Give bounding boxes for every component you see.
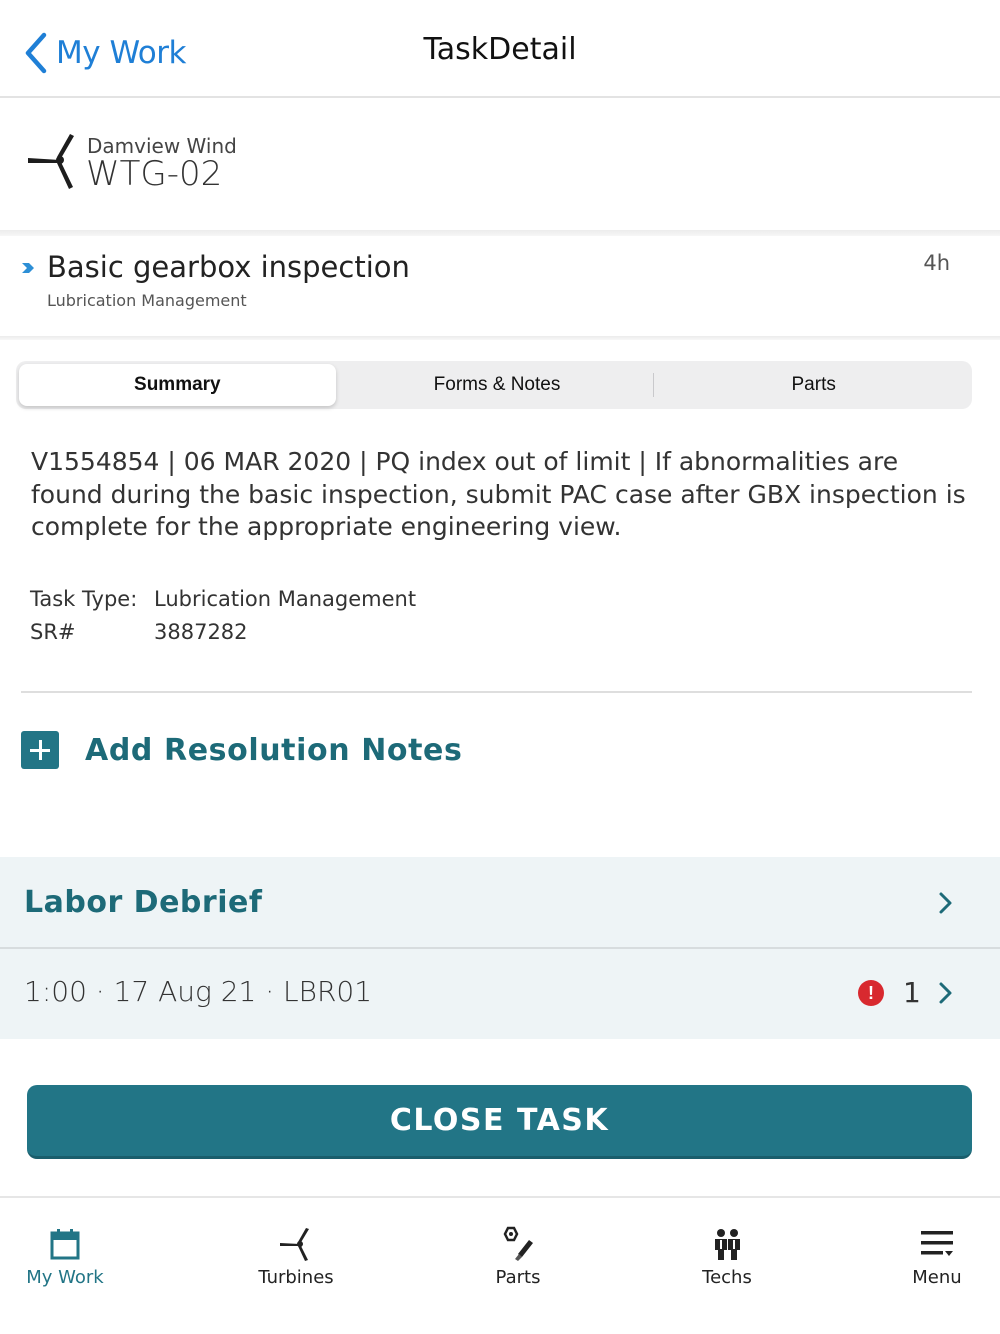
section-divider — [0, 230, 1000, 236]
divider — [21, 691, 972, 693]
close-task-button[interactable]: CLOSE TASK — [27, 1085, 972, 1159]
labor-debrief-header[interactable]: Labor Debrief — [0, 857, 1000, 949]
task-marker-icon — [22, 263, 34, 273]
labor-debrief-title: Labor Debrief — [24, 885, 263, 920]
navigation-bar: My Work TaskDetail — [0, 0, 1000, 98]
chevron-right-icon — [939, 892, 952, 914]
tab-forms-notes[interactable]: Forms & Notes — [339, 361, 656, 409]
task-type-value: Lubrication Management — [154, 587, 417, 611]
tabbar-my-work-label: My Work — [26, 1267, 104, 1288]
sr-number-label: SR# — [30, 620, 76, 644]
tabbar-my-work[interactable]: My Work — [0, 1198, 135, 1308]
tabbar-menu[interactable]: Menu — [867, 1198, 1000, 1308]
tabbar-parts-label: Parts — [495, 1267, 541, 1288]
page-title: TaskDetail — [423, 32, 577, 67]
tab-summary[interactable]: Summary — [19, 364, 336, 406]
chevron-right-icon — [939, 982, 952, 1004]
techs-icon — [715, 1229, 740, 1260]
plus-icon — [21, 731, 59, 769]
turbine-icon — [280, 1228, 309, 1261]
tabbar-parts[interactable]: Parts — [448, 1198, 588, 1308]
task-duration: 4h — [923, 251, 950, 275]
add-resolution-notes-label: Add Resolution Notes — [85, 732, 463, 768]
parts-icon — [503, 1226, 533, 1261]
tabbar-turbines-label: Turbines — [258, 1267, 334, 1288]
alert-count: 1 — [903, 976, 921, 1009]
section-divider — [0, 336, 1000, 340]
tab-parts[interactable]: Parts — [655, 361, 972, 409]
tabbar-techs[interactable]: Techs — [657, 1198, 797, 1308]
asset-name: WTG-02 — [86, 154, 223, 194]
tabbar-menu-label: Menu — [912, 1267, 962, 1288]
sr-number-value: 3887282 — [154, 620, 248, 644]
task-description: V1554854 | 06 MAR 2020 | PQ index out of… — [31, 447, 966, 541]
labor-entry-text: 1:00 · 17 Aug 21 · LBR01 — [24, 975, 373, 1008]
alert-icon: ! — [858, 980, 884, 1006]
task-category: Lubrication Management — [47, 291, 247, 310]
task-type-label: Task Type: — [30, 587, 138, 611]
add-resolution-notes-button[interactable]: Add Resolution Notes — [21, 730, 462, 770]
tab-bar: My Work Turbines Parts Techs Menu — [0, 1196, 1000, 1334]
segmented-control: Summary Forms & Notes Parts — [16, 361, 972, 409]
tabbar-turbines[interactable]: Turbines — [226, 1198, 366, 1308]
task-title: Basic gearbox inspection — [47, 250, 410, 284]
menu-icon — [921, 1231, 953, 1256]
labor-entry-row[interactable]: 1:00 · 17 Aug 21 · LBR01 ! 1 — [0, 949, 1000, 1039]
segment-separator — [653, 373, 654, 397]
tabbar-techs-label: Techs — [702, 1267, 752, 1288]
calendar-icon — [50, 1229, 80, 1260]
turbine-icon — [28, 134, 74, 189]
